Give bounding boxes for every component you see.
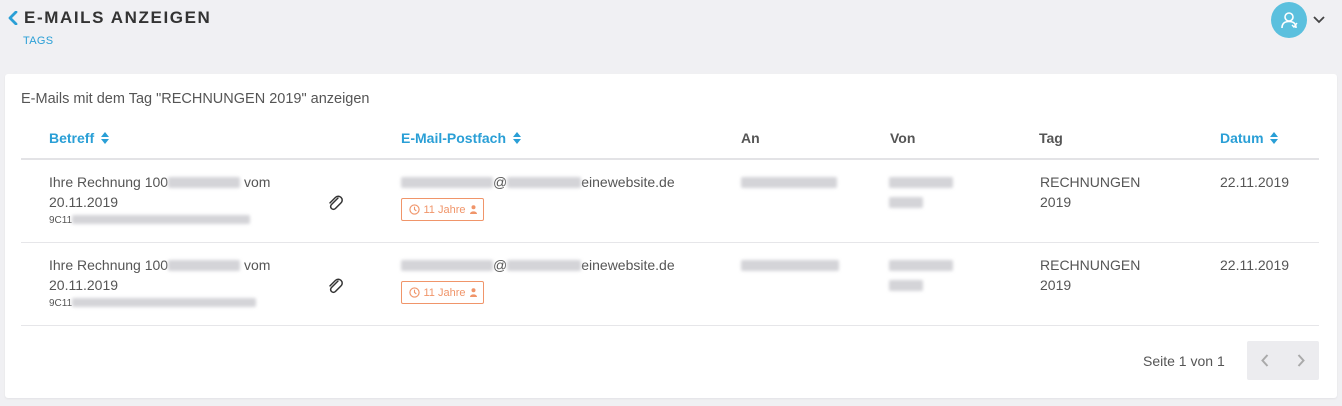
column-header-subject[interactable]: Betreff [49,130,110,146]
column-header-label: E-Mail-Postfach [401,130,507,146]
back-button[interactable] [6,10,20,26]
row-divider [21,325,1319,326]
redacted-text [889,197,923,208]
tag-line2: 2019 [1040,277,1072,293]
tag-line1: RECHNUNGEN [1040,257,1141,273]
message-id-prefix: 9C11 [49,298,73,309]
person-icon [469,288,477,297]
redacted-text [889,280,923,291]
subject-cell[interactable]: Ihre Rechnung 100 vom 20.11.2019 [49,172,289,212]
redacted-text [741,177,837,188]
breadcrumb-tags[interactable]: TAGS [23,35,53,47]
tag-cell: RECHNUNGEN 2019 [1040,172,1150,212]
from-cell [889,172,953,212]
age-badge: 11 Jahre [401,198,484,221]
clock-icon [408,204,420,215]
subject-suffix: vom [243,174,271,190]
subject-prefix: Ihre Rechnung 100 [49,257,169,273]
redacted-text [507,260,582,271]
subject-date: 20.11.2019 [49,277,119,293]
table-row[interactable]: Ihre Rechnung 100 vom 20.11.2019 9C11 @ e… [21,160,1319,243]
next-page-button[interactable] [1283,341,1319,380]
chevron-left-icon [8,11,18,25]
avatar[interactable] [1271,2,1307,38]
column-header-tag: Tag [1039,130,1063,146]
clock-icon [408,287,420,298]
subject-cell[interactable]: Ihre Rechnung 100 vom 20.11.2019 [49,255,289,295]
prev-page-button[interactable] [1247,341,1283,380]
page-title: E-MAILS ANZEIGEN [24,8,212,27]
column-header-to: An [741,130,760,146]
from-cell [889,255,953,295]
message-id: 9C11 [49,298,257,309]
redacted-text [889,177,953,188]
column-header-label: Datum [1220,130,1264,146]
redacted-text [401,177,493,188]
sort-icon [101,132,110,144]
card-heading: E-Mails mit dem Tag "RECHNUNGEN 2019" an… [21,91,370,107]
person-icon [469,205,477,214]
mailbox-at: @ [493,257,508,273]
redacted-text [168,177,241,188]
subject-date: 20.11.2019 [49,194,119,210]
mailbox-at: @ [493,174,508,190]
redacted-text [401,260,493,271]
redacted-text [889,260,953,271]
pager [1247,341,1319,380]
age-badge: 11 Jahre [401,281,484,304]
redacted-text [72,215,251,224]
tag-cell: RECHNUNGEN 2019 [1040,255,1150,295]
tag-line1: RECHNUNGEN [1040,174,1141,190]
emails-card: E-Mails mit dem Tag "RECHNUNGEN 2019" an… [5,74,1337,398]
subject-suffix: vom [243,257,271,273]
chevron-down-icon [1313,16,1325,24]
mailbox-cell: @ einewebsite.de [401,255,675,275]
chevron-left-icon [1261,354,1269,367]
column-header-date[interactable]: Datum [1220,130,1279,146]
redacted-text [168,260,241,271]
sort-icon [512,132,521,144]
column-header-from: Von [890,130,916,146]
mailbox-cell: @ einewebsite.de [401,172,675,192]
top-bar: E-MAILS ANZEIGEN TAGS [0,0,1342,74]
column-header-mailbox[interactable]: E-Mail-Postfach [401,130,521,146]
to-cell [741,255,839,275]
column-header-label: Betreff [49,130,95,146]
table-row[interactable]: Ihre Rechnung 100 vom 20.11.2019 9C11 @ e… [21,243,1319,326]
attachment-button[interactable] [327,277,343,295]
date-cell: 22.11.2019 [1220,174,1290,190]
age-text: 11 Jahre [423,286,466,299]
paperclip-icon [329,195,343,211]
mailbox-domain: einewebsite.de [581,257,675,273]
message-id-prefix: 9C11 [49,215,73,226]
chevron-right-icon [1297,354,1305,367]
redacted-text [741,260,839,271]
paperclip-icon [329,278,343,294]
user-icon [1281,12,1298,29]
redacted-text [507,177,582,188]
user-menu-toggle[interactable] [1312,14,1326,26]
date-cell: 22.11.2019 [1220,257,1290,273]
subject-prefix: Ihre Rechnung 100 [49,174,169,190]
sort-icon [1270,132,1279,144]
message-id: 9C11 [49,215,251,226]
age-text: 11 Jahre [423,203,466,216]
attachment-button[interactable] [327,194,343,212]
mailbox-domain: einewebsite.de [581,174,675,190]
tag-line2: 2019 [1040,194,1072,210]
redacted-text [72,298,257,307]
pagination-text: Seite 1 von 1 [1143,353,1225,369]
to-cell [741,172,837,192]
